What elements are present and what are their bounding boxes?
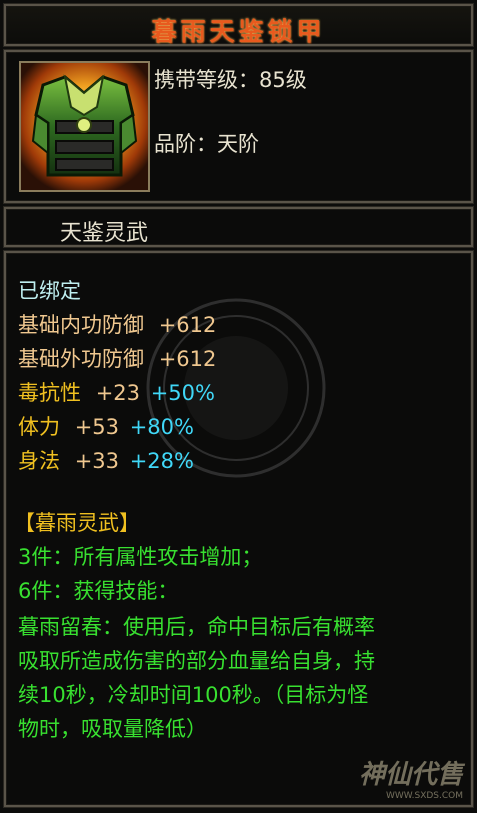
set-bonus-line: 物时，吸取量降低） <box>18 717 207 741</box>
item-name: 暮雨天鉴锁甲 <box>151 17 326 46</box>
base-stat-row: 基础外功防御 +612 <box>18 343 216 373</box>
attribute-value: +23 <box>95 381 141 405</box>
set-name: 【暮雨灵武】 <box>14 511 140 535</box>
attribute-row: 毒抗性 +23 +50% <box>18 377 215 407</box>
watermark: 神仙代售 WWW.SXDS.COM <box>359 754 463 801</box>
set-bonus-line: 6件：获得技能： <box>18 579 179 603</box>
armor-icon-image <box>21 63 148 190</box>
subtitle-bar: 天鉴灵武 <box>4 207 473 247</box>
watermark-url: WWW.SXDS.COM <box>385 791 463 801</box>
base-stat-row: 基础内功防御 +612 <box>18 309 216 339</box>
set-bonus-line: 暮雨留春：使用后，命中目标后有概率 <box>18 615 375 639</box>
bound-label: 已绑定 <box>18 279 81 303</box>
attribute-bonus: +80% <box>129 415 194 439</box>
title-bar: 暮雨天鉴锁甲 <box>4 4 473 46</box>
bound-status: 已绑定 <box>18 275 81 305</box>
attribute-row: 体力 +53 +80% <box>18 411 194 441</box>
item-details-panel: 已绑定 基础内功防御 +612 基础外功防御 +612 毒抗性 +23 +50%… <box>4 251 473 807</box>
set-series-title: 天鉴灵武 <box>60 221 149 246</box>
base-stat-label: 基础外功防御 <box>18 347 144 371</box>
carry-level: 携带等级：85级 <box>154 68 307 92</box>
item-tooltip: 暮雨天鉴锁甲 携带等级：85级 品阶：天阶 天鉴灵武 已绑定 基础内功防御 +6… <box>0 0 477 813</box>
set-bonus-line: 续10秒，冷却时间100秒。（目标为怪 <box>18 683 369 707</box>
attribute-value: +33 <box>74 449 120 473</box>
attribute-label: 身法 <box>18 449 60 473</box>
attribute-value: +53 <box>74 415 120 439</box>
set-bonus-line: 3件：所有属性攻击增加； <box>18 545 263 569</box>
item-grade: 品阶：天阶 <box>154 132 259 156</box>
watermark-text: 神仙代售 <box>358 760 463 790</box>
base-stat-label: 基础内功防御 <box>18 313 144 337</box>
attribute-bonus: +28% <box>129 449 194 473</box>
set-bonus-line: 吸取所造成伤害的部分血量给自身，持 <box>18 649 375 673</box>
attribute-label: 毒抗性 <box>18 381 81 405</box>
armor-icon <box>19 61 150 192</box>
base-stat-value: +612 <box>158 347 217 371</box>
item-info-panel: 携带等级：85级 品阶：天阶 <box>4 50 473 203</box>
base-stat-value: +612 <box>158 313 217 337</box>
attribute-bonus: +50% <box>150 381 215 405</box>
attribute-row: 身法 +33 +28% <box>18 445 194 475</box>
attribute-label: 体力 <box>18 415 60 439</box>
